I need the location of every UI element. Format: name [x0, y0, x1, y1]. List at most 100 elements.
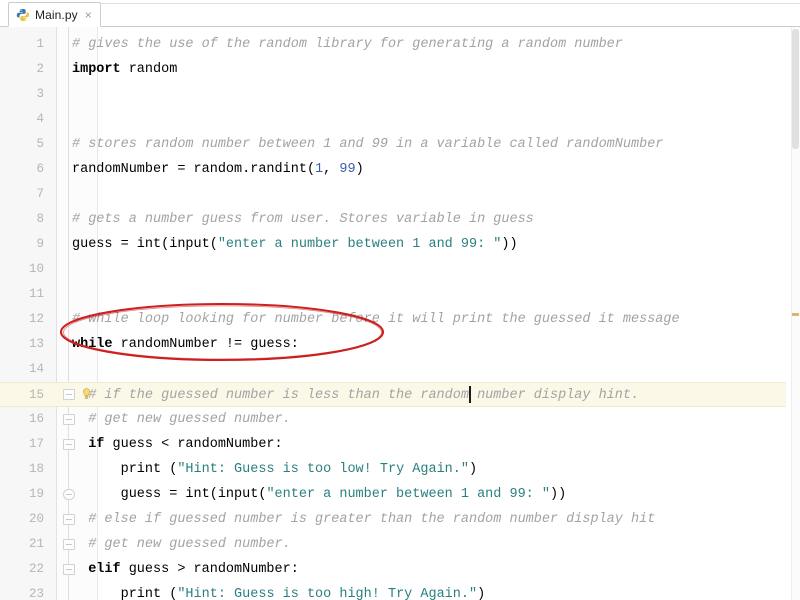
token-plain: randomNumber = random.randint(: [72, 162, 316, 177]
line-number: 10: [28, 262, 44, 276]
line-number: 9: [36, 237, 44, 251]
line-number: 2: [36, 62, 44, 76]
token-plain: )): [549, 487, 567, 502]
code-line[interactable]: 15 # if the guessed number is less than …: [0, 382, 786, 407]
code-line[interactable]: 7: [0, 182, 790, 207]
token-comment: # stores random number between 1 and 99 …: [72, 137, 664, 152]
code-text: print ("Hint: Guess is too high! Try Aga…: [72, 582, 486, 600]
token-plain: randomNumber != guess:: [112, 337, 299, 352]
code-text: print ("Hint: Guess is too low! Try Agai…: [72, 457, 478, 482]
code-line[interactable]: 23 print ("Hint: Guess is too high! Try …: [0, 582, 790, 600]
token-comment: # if the guessed number is less than the…: [72, 388, 640, 403]
token-comment: # get new guessed number.: [72, 412, 291, 427]
token-str: "enter a number between 1 and 99: ": [217, 237, 502, 252]
code-text: # else if guessed number is greater than…: [72, 507, 655, 532]
token-plain: ): [468, 462, 478, 477]
line-number: 8: [36, 212, 44, 226]
line-number: 4: [36, 112, 44, 126]
python-file-icon: [16, 8, 30, 21]
code-text: # while loop looking for number before i…: [72, 307, 680, 332]
code-text: import random: [72, 57, 177, 82]
line-number: 18: [28, 462, 44, 476]
line-number: 22: [28, 562, 44, 576]
scrollbar-thumb[interactable]: [792, 29, 799, 149]
fold-toggle-icon[interactable]: [63, 539, 75, 550]
token-kw: if: [72, 437, 105, 452]
code-line[interactable]: 13 while randomNumber != guess:: [0, 332, 790, 357]
line-number: 7: [36, 187, 44, 201]
line-number: 11: [28, 287, 44, 301]
vertical-scrollbar[interactable]: [791, 27, 800, 600]
code-line[interactable]: 20 # else if guessed number is greater t…: [0, 507, 790, 532]
token-str: "Hint: Guess is too low! Try Again.": [177, 462, 469, 477]
fold-toggle-icon[interactable]: [63, 414, 75, 425]
token-num: 1: [315, 162, 324, 177]
line-number: 17: [28, 437, 44, 451]
scrollbar-hint-marker[interactable]: [792, 313, 799, 316]
fold-toggle-icon[interactable]: [63, 489, 75, 500]
token-plain: guess = int(input(: [72, 487, 267, 502]
code-text: # gives the use of the random library fo…: [72, 32, 623, 57]
code-text: # stores random number between 1 and 99 …: [72, 132, 663, 157]
code-line[interactable]: 18 print ("Hint: Guess is too low! Try A…: [0, 457, 790, 482]
text-caret: [468, 386, 471, 403]
token-plain: guess < randomNumber:: [104, 437, 283, 452]
code-text: # gets a number guess from user. Stores …: [72, 207, 534, 232]
code-editor-window: Main.py × 1 # gives the use of the random…: [0, 0, 800, 600]
code-text: guess = int(input("enter a number betwee…: [72, 482, 567, 507]
code-text: randomNumber = random.randint(1, 99): [72, 157, 364, 182]
code-line[interactable]: 5 # stores random number between 1 and 99…: [0, 132, 790, 157]
code-line[interactable]: 9 guess = int(input("enter a number betwe…: [0, 232, 790, 257]
code-line[interactable]: 3: [0, 82, 790, 107]
line-number: 6: [36, 162, 44, 176]
line-number: 21: [28, 537, 44, 551]
code-line[interactable]: 2 import random: [0, 57, 790, 82]
code-line[interactable]: 21 # get new guessed number.: [0, 532, 790, 557]
token-kw: elif: [72, 562, 121, 577]
line-number: 12: [28, 312, 44, 326]
code-line[interactable]: 8 # gets a number guess from user. Stores…: [0, 207, 790, 232]
fold-toggle-icon[interactable]: [63, 389, 75, 400]
code-line[interactable]: 10: [0, 257, 790, 282]
code-line[interactable]: 17 if guess < randomNumber:: [0, 432, 790, 457]
token-plain: print (: [72, 462, 178, 477]
code-text: # if the guessed number is less than the…: [72, 383, 639, 408]
line-number: 19: [28, 487, 44, 501]
editor-tab-bar: Main.py ×: [0, 0, 800, 27]
code-line[interactable]: 6 randomNumber = random.randint(1, 99): [0, 157, 790, 182]
token-comment: # gets a number guess from user. Stores …: [72, 212, 534, 227]
code-line[interactable]: 11: [0, 282, 790, 307]
token-plain: ,: [323, 162, 340, 177]
code-editor-area[interactable]: 1 # gives the use of the random library f…: [0, 27, 800, 600]
tab-main-py[interactable]: Main.py ×: [8, 2, 101, 27]
token-plain: guess = int(input(: [72, 237, 218, 252]
fold-toggle-icon[interactable]: [63, 564, 75, 575]
fold-toggle-icon[interactable]: [63, 514, 75, 525]
code-text: if guess < randomNumber:: [72, 432, 283, 457]
tab-strip-empty-area: [96, 3, 800, 26]
token-plain: print (: [72, 587, 178, 600]
close-icon[interactable]: ×: [85, 9, 92, 21]
token-str: "Hint: Guess is too high! Try Again.": [177, 587, 478, 600]
code-text: while randomNumber != guess:: [72, 332, 299, 357]
tab-label: Main.py: [35, 7, 78, 22]
token-plain: ): [477, 587, 486, 600]
token-plain: ): [355, 162, 364, 177]
token-comment: # gives the use of the random library fo…: [72, 37, 623, 52]
code-line[interactable]: 1 # gives the use of the random library f…: [0, 32, 790, 57]
line-number: 14: [28, 362, 44, 376]
code-text: # get new guessed number.: [72, 407, 291, 432]
token-num: 99: [339, 162, 356, 177]
code-text: # get new guessed number.: [72, 532, 291, 557]
code-line[interactable]: 4: [0, 107, 790, 132]
code-line[interactable]: 19 guess = int(input("enter a number bet…: [0, 482, 790, 507]
code-line[interactable]: 16 # get new guessed number.: [0, 407, 790, 432]
code-line[interactable]: 14: [0, 357, 790, 382]
token-plain: )): [501, 237, 518, 252]
code-line[interactable]: 12 # while loop looking for number before…: [0, 307, 790, 332]
code-line[interactable]: 22 elif guess > randomNumber:: [0, 557, 790, 582]
token-str: "enter a number between 1 and 99: ": [266, 487, 550, 502]
fold-toggle-icon[interactable]: [63, 439, 75, 450]
code-text: elif guess > randomNumber:: [72, 557, 299, 582]
lightbulb-icon[interactable]: [80, 387, 93, 401]
